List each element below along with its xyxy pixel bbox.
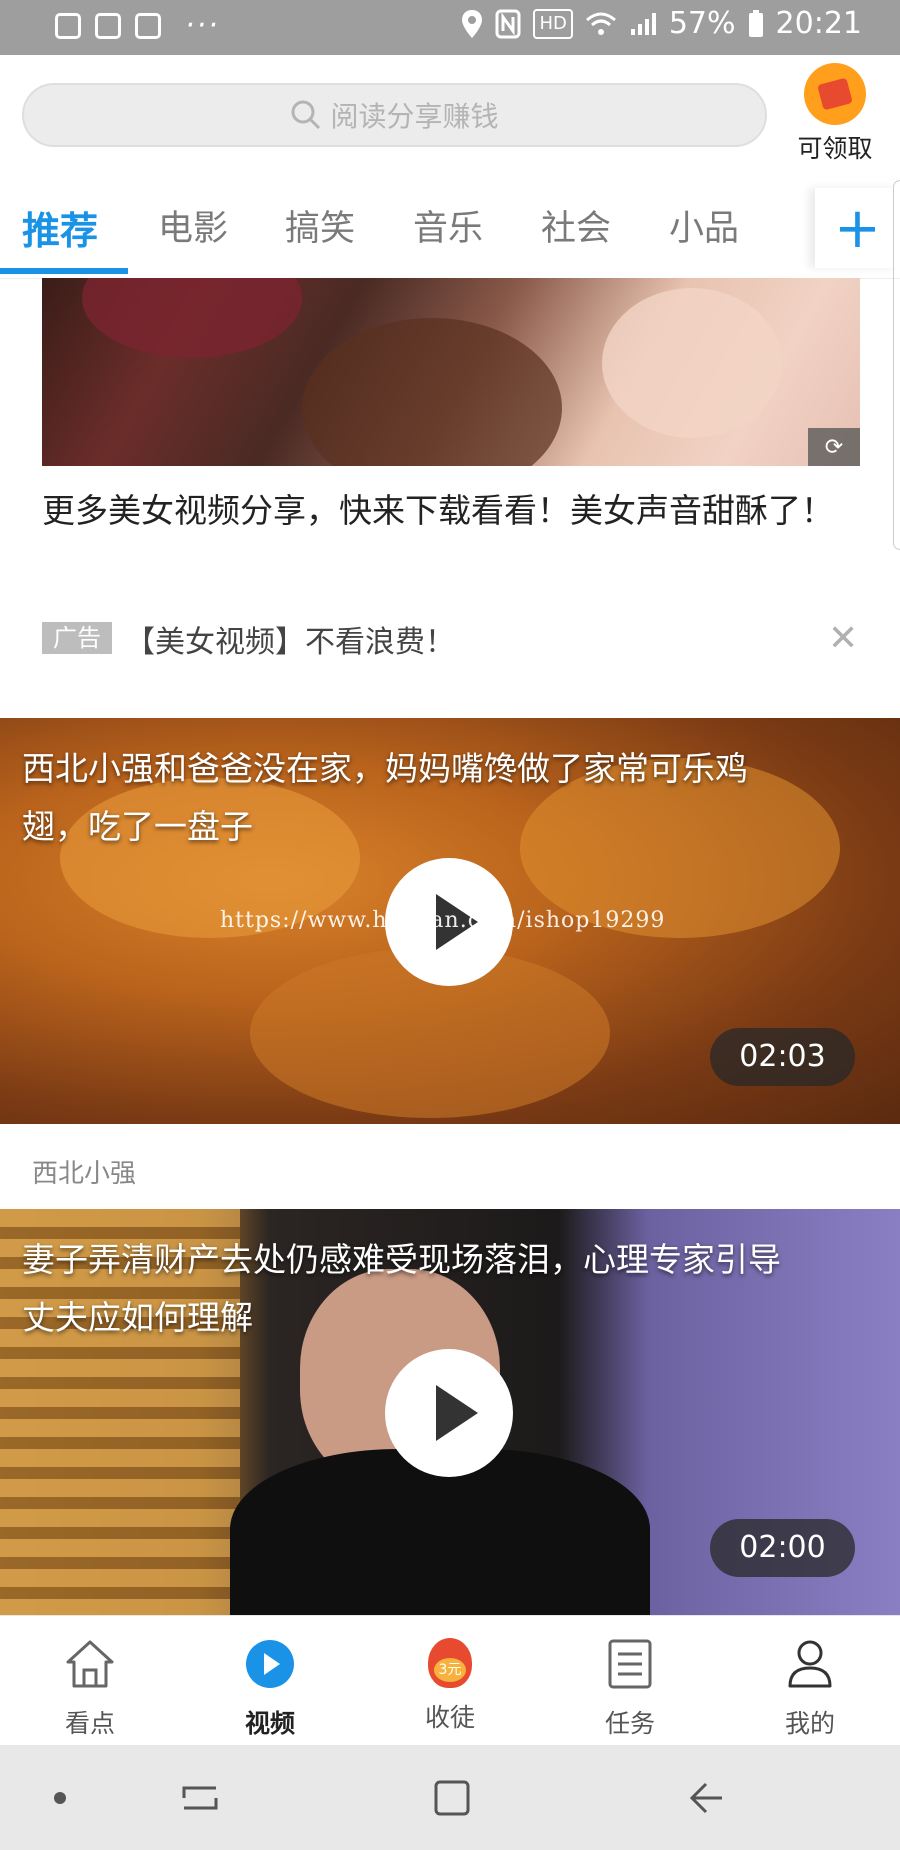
category-tabs: 推荐 电影 搞笑 音乐 社会 小品 +	[0, 178, 900, 279]
nav-label: 收徒	[424, 1703, 475, 1732]
search-bar[interactable]: 阅读分享赚钱	[22, 83, 767, 147]
dot-icon[interactable]	[30, 1773, 90, 1823]
shield-icon	[55, 12, 81, 39]
location-icon	[462, 9, 483, 38]
nav-label: 看点	[64, 1709, 115, 1738]
red-envelope-icon: 3元	[428, 1638, 472, 1688]
nav-item-apprentice[interactable]: 3元 收徒	[390, 1638, 510, 1734]
header: 阅读分享赚钱 可领取	[0, 55, 900, 178]
reward-button[interactable]: 可领取	[790, 63, 880, 165]
search-icon	[291, 100, 321, 130]
clock: 20:21	[775, 6, 862, 41]
nav-item-tasks[interactable]: 任务	[570, 1638, 690, 1740]
video-card[interactable]: 西北小强和爸爸没在家，妈妈嘴馋做了家常可乐鸡翅，吃了一盘子 https://ww…	[0, 718, 900, 1124]
watermark-text: https://www.huzhan.com/ishop19299	[220, 908, 666, 933]
recent-apps-icon[interactable]	[170, 1773, 230, 1823]
search-placeholder: 阅读分享赚钱	[330, 100, 499, 133]
bottom-nav: 看点 视频 3元 收徒 任务 我的	[0, 1615, 900, 1746]
play-circle-icon	[246, 1640, 294, 1688]
nav-label: 我的	[784, 1709, 835, 1738]
signal-icon	[630, 12, 656, 35]
plus-icon: +	[834, 195, 881, 261]
side-handle	[893, 180, 900, 550]
wifi-icon	[585, 12, 616, 35]
envelope-badge: 3元	[434, 1658, 466, 1682]
video-duration: 02:00	[710, 1519, 855, 1577]
video-duration: 02:03	[710, 1028, 855, 1086]
video-card[interactable]: 妻子弄清财产去处仍感难受现场落泪，心理专家引导丈夫应如何理解 02:00	[0, 1209, 900, 1615]
system-status: HD 57% 20:21	[461, 6, 862, 41]
image-icon	[95, 12, 121, 39]
back-icon[interactable]	[676, 1773, 736, 1823]
more-notifications: ···	[185, 8, 220, 43]
status-bar: ··· HD 57% 20:21	[0, 0, 900, 55]
refresh-icon: ⟳	[808, 428, 860, 466]
ad-title[interactable]: 更多美女视频分享，快来下载看看！美女声音甜酥了！	[42, 483, 862, 539]
tab-funny[interactable]: 搞笑	[285, 200, 355, 251]
user-icon	[788, 1640, 832, 1688]
ad-image-detail	[302, 318, 562, 466]
battery-percent: 57%	[668, 6, 736, 41]
reward-label: 可领取	[797, 134, 873, 163]
nav-item-video[interactable]: 视频	[210, 1638, 330, 1740]
nfc-icon	[495, 9, 521, 38]
nav-item-profile[interactable]: 我的	[750, 1638, 870, 1740]
add-tab-button[interactable]: +	[815, 188, 900, 268]
close-icon[interactable]: ✕	[828, 618, 858, 659]
ad-image[interactable]: ⟳	[42, 278, 860, 466]
system-navigation-bar	[0, 1745, 900, 1850]
ad-tag: 广告	[42, 622, 112, 654]
nav-item-home[interactable]: 看点	[30, 1638, 150, 1740]
battery-icon	[748, 9, 763, 37]
home-icon	[66, 1640, 114, 1688]
video-title: 西北小强和爸爸没在家，妈妈嘴馋做了家常可乐鸡翅，吃了一盘子	[22, 749, 748, 846]
video-author[interactable]: 西北小强	[32, 1153, 136, 1190]
red-envelope-icon	[804, 63, 866, 125]
nav-label: 任务	[604, 1709, 655, 1738]
tab-society[interactable]: 社会	[541, 200, 611, 251]
home-button-icon[interactable]	[422, 1773, 482, 1823]
tab-movie[interactable]: 电影	[158, 200, 228, 251]
tab-music[interactable]: 音乐	[413, 200, 483, 251]
nav-label: 视频	[244, 1709, 295, 1738]
active-tab-indicator	[0, 268, 128, 274]
baidu-icon	[135, 12, 161, 39]
ad-description[interactable]: 【美女视频】不看浪费！	[125, 617, 455, 661]
ad-image-detail	[82, 278, 302, 358]
tab-sketch[interactable]: 小品	[669, 200, 739, 251]
video-title: 妻子弄清财产去处仍感难受现场落泪，心理专家引导丈夫应如何理解	[22, 1240, 781, 1337]
task-list-icon	[608, 1639, 652, 1689]
play-icon[interactable]	[385, 1349, 513, 1477]
tab-recommend[interactable]: 推荐	[22, 200, 98, 255]
ad-image-detail	[602, 288, 782, 438]
notification-icons: ···	[55, 8, 220, 43]
hd-indicator: HD	[533, 8, 573, 39]
